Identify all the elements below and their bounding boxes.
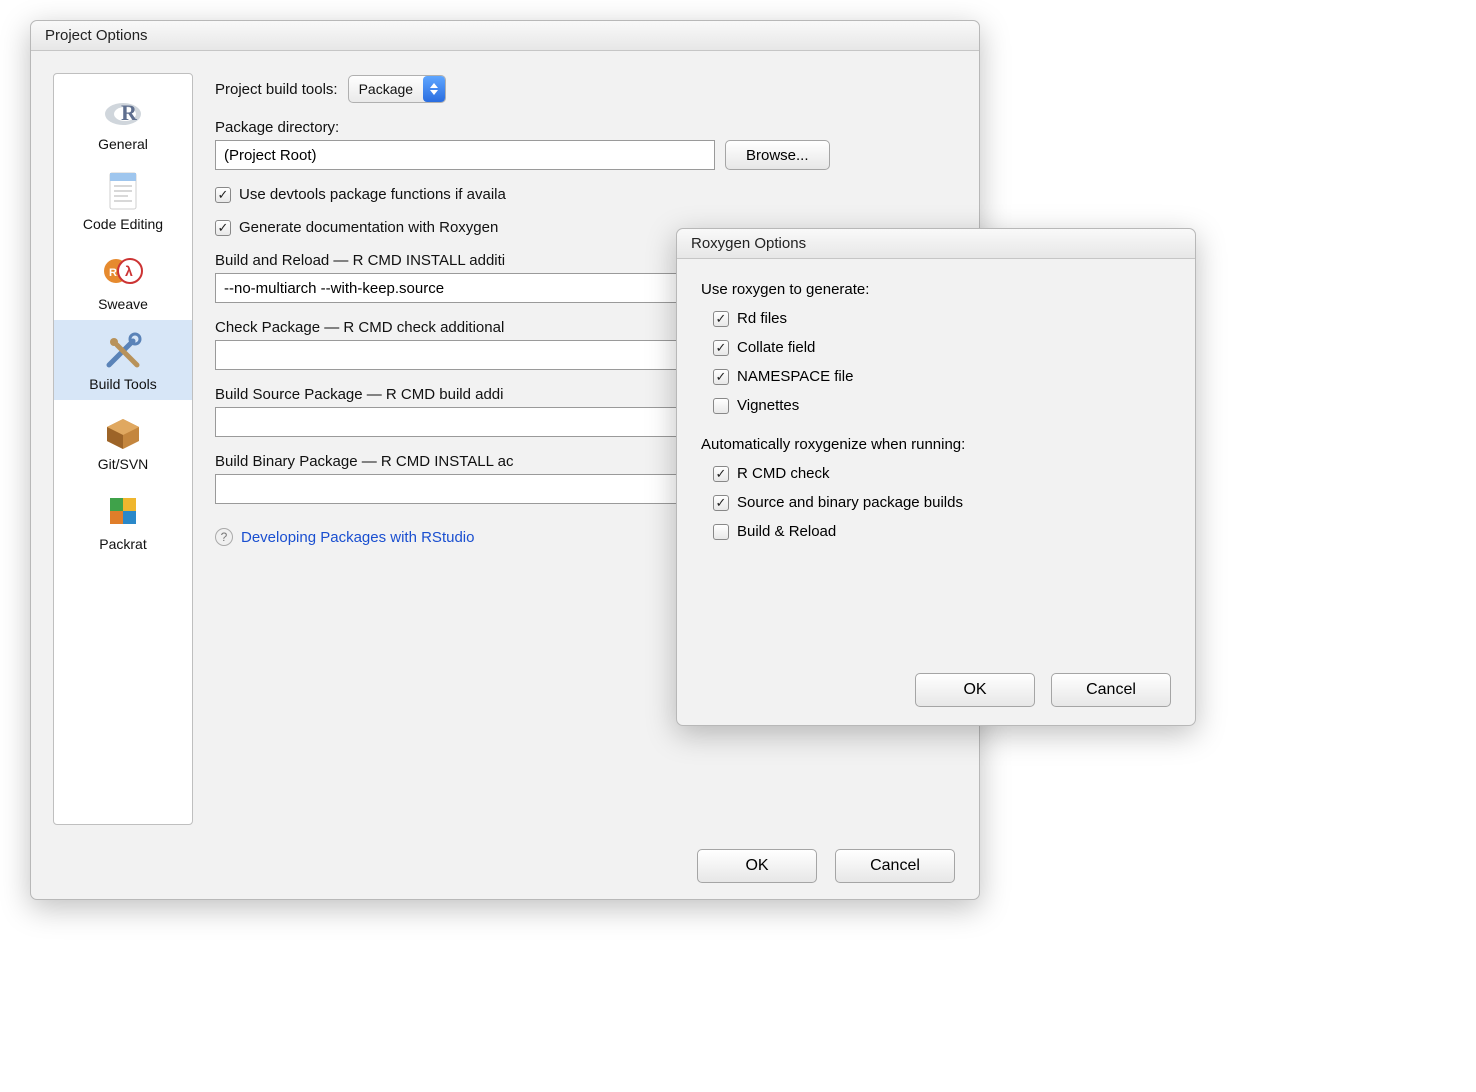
sidebar-item-general[interactable]: R General: [54, 80, 192, 160]
project-options-title: Project Options: [31, 21, 979, 51]
rd-files-label: Rd files: [737, 310, 787, 327]
r-logo-icon: R: [102, 90, 144, 132]
auto-roxygenize-heading: Automatically roxygenize when running:: [701, 436, 1171, 453]
sidebar-item-label: Code Editing: [83, 216, 163, 232]
package-directory-input[interactable]: [215, 140, 715, 170]
help-link-label: Developing Packages with RStudio: [241, 529, 474, 546]
help-icon: ?: [215, 528, 233, 546]
collate-checkbox[interactable]: [713, 340, 729, 356]
srcbin-label: Source and binary package builds: [737, 494, 963, 511]
use-roxygen-heading: Use roxygen to generate:: [701, 281, 1171, 298]
srcbin-checkbox[interactable]: [713, 495, 729, 511]
ok-button[interactable]: OK: [697, 849, 817, 883]
use-devtools-checkbox[interactable]: [215, 187, 231, 203]
sidebar-item-packrat[interactable]: Packrat: [54, 480, 192, 560]
sidebar-item-label: General: [98, 136, 148, 152]
package-directory-label: Package directory:: [215, 119, 953, 136]
build-reload-checkbox[interactable]: [713, 524, 729, 540]
roxygen-options-title: Roxygen Options: [677, 229, 1195, 259]
roxygen-footer: OK Cancel: [915, 673, 1171, 707]
build-tools-select[interactable]: Package: [348, 75, 446, 103]
use-devtools-label: Use devtools package functions if availa: [239, 186, 506, 203]
rcmdcheck-label: R CMD check: [737, 465, 830, 482]
sidebar-item-label: Sweave: [98, 296, 148, 312]
rcmdcheck-checkbox[interactable]: [713, 466, 729, 482]
build-tools-label: Project build tools:: [215, 81, 338, 98]
sidebar-item-code-editing[interactable]: Code Editing: [54, 160, 192, 240]
sweave-icon: Rnv λ: [102, 250, 144, 292]
sidebar: R General Code Editing: [53, 73, 193, 825]
build-reload-label: Build & Reload: [737, 523, 836, 540]
package-box-icon: [102, 410, 144, 452]
roxygen-ok-button[interactable]: OK: [915, 673, 1035, 707]
sidebar-item-sweave[interactable]: Rnv λ Sweave: [54, 240, 192, 320]
sidebar-item-build-tools[interactable]: Build Tools: [54, 320, 192, 400]
tools-icon: [102, 330, 144, 372]
sidebar-item-label: Packrat: [99, 536, 146, 552]
vignettes-checkbox[interactable]: [713, 398, 729, 414]
sidebar-item-gitsvn[interactable]: Git/SVN: [54, 400, 192, 480]
chevron-updown-icon: [423, 76, 445, 102]
sidebar-item-label: Git/SVN: [98, 456, 149, 472]
svg-text:R: R: [121, 100, 138, 125]
generate-docs-checkbox[interactable]: [215, 220, 231, 236]
packrat-icon: [102, 490, 144, 532]
document-icon: [102, 170, 144, 212]
select-value: Package: [359, 81, 413, 97]
roxygen-cancel-button[interactable]: Cancel: [1051, 673, 1171, 707]
namespace-checkbox[interactable]: [713, 369, 729, 385]
cancel-button[interactable]: Cancel: [835, 849, 955, 883]
roxygen-body: Use roxygen to generate: Rd files Collat…: [677, 259, 1195, 562]
namespace-label: NAMESPACE file: [737, 368, 853, 385]
generate-docs-label: Generate documentation with Roxygen: [239, 219, 498, 236]
svg-text:λ: λ: [125, 263, 133, 279]
vignettes-label: Vignettes: [737, 397, 799, 414]
sidebar-item-label: Build Tools: [89, 376, 156, 392]
roxygen-options-dialog: Roxygen Options Use roxygen to generate:…: [676, 228, 1196, 726]
collate-label: Collate field: [737, 339, 815, 356]
rd-files-checkbox[interactable]: [713, 311, 729, 327]
browse-button[interactable]: Browse...: [725, 140, 830, 170]
project-options-footer: OK Cancel: [697, 849, 955, 883]
